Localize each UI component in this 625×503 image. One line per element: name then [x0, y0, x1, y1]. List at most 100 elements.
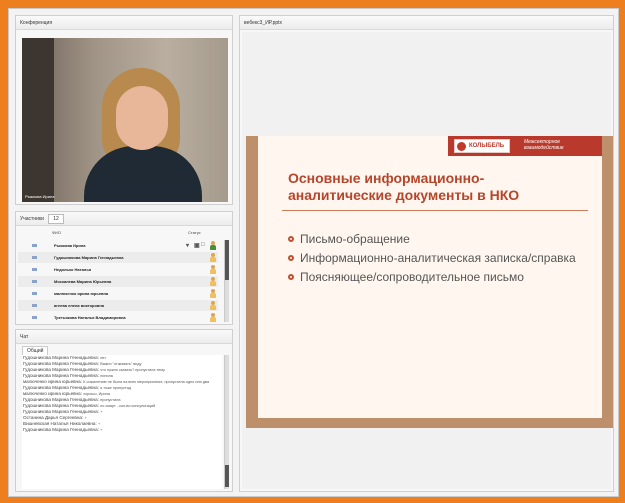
chat-message-text: +: [84, 416, 87, 420]
participant-role-icon: [32, 256, 37, 259]
chat-scrollbar[interactable]: [224, 355, 229, 489]
chat-tab-general[interactable]: Общий: [22, 346, 49, 355]
slide-bullet: Информационно-аналитическая записка/спра…: [288, 251, 588, 265]
person-status-icon: [210, 289, 216, 298]
screen-share-icon: □: [201, 242, 205, 248]
chat-message-author: Гудошникова Марина Геннадьевна:: [23, 403, 99, 408]
participants-count: 12: [48, 214, 64, 224]
chat-pod-title: Чат: [16, 330, 232, 344]
chat-message-author: Гудошникова Марина Геннадьевна:: [23, 409, 99, 414]
chat-message-text: +: [100, 428, 103, 432]
chat-message-author: Гудошникова Марина Геннадьевна:: [23, 427, 99, 432]
participant-role-icon: [32, 268, 37, 271]
slide-bullet-text: Письмо-обращение: [300, 232, 410, 246]
chat-message-author: Вишневская Наталья Николаевна:: [23, 421, 97, 426]
participant-role-icon: [32, 280, 37, 283]
chat-message-author: малюченко ирина юрьевна:: [23, 379, 82, 384]
participant-row[interactable]: Москалева Марина Юрьевна: [18, 276, 218, 287]
chat-message-author: Гудошникова Марина Геннадьевна:: [23, 385, 99, 390]
video-person-face: [116, 86, 168, 150]
slide-bullet-text: Поясняющее/сопроводительное письмо: [300, 270, 524, 284]
webcam-video[interactable]: Рыжкова Ирина: [22, 38, 228, 202]
participant-role-icon: [32, 304, 37, 307]
slide-bullet-list: Письмо-обращение Информационно-аналитиче…: [288, 232, 588, 289]
chat-pod: Чат Общий Гудошникова Марина Геннадьевна…: [15, 329, 233, 492]
chat-message-author: Останина Дарья Сергеевна:: [23, 415, 84, 420]
chat-messages: Гудошникова Марина Геннадьевна: нет Гудош…: [22, 355, 222, 489]
participants-pod-title: Участники 12: [16, 212, 232, 226]
participant-role-icon: [32, 244, 37, 247]
participant-name: Недолько Наталья: [54, 267, 92, 272]
bullet-dot-icon: [288, 236, 294, 242]
participant-role-icon: [32, 316, 37, 319]
chat-message-text: хорошо, Ирина: [83, 392, 110, 396]
participants-header: ФИО Статус: [16, 228, 232, 238]
slide-page: КОЛЫБЕЛЬ Межсекторное взаимодействие Осн…: [258, 136, 602, 418]
participant-name: Гудошникова Марина Геннадьевна: [54, 255, 124, 260]
person-status-icon: [210, 277, 216, 286]
chat-message-text: +: [98, 422, 101, 426]
column-name-header[interactable]: ФИО: [52, 230, 61, 235]
microphone-icon: ▾: [186, 243, 190, 249]
conference-pod: Конференция Рыжкова Ирина: [15, 15, 233, 205]
logo-tagline-line-2: взаимодействие: [524, 145, 564, 151]
participant-name: агеева елена викторовна: [54, 303, 105, 308]
chat-message-text: нет: [100, 356, 107, 360]
chat-message-text: пропустила: [100, 398, 121, 402]
chat-message-text: Важно "отжимать" виду: [100, 362, 142, 366]
participant-row[interactable]: Третьякова Наталья Владимировна: [18, 312, 218, 323]
logo-seal-icon: [457, 142, 466, 151]
video-speaker-name: Рыжкова Ирина: [25, 194, 55, 199]
logo-banner: КОЛЫБЕЛЬ Межсекторное взаимодействие: [448, 136, 602, 156]
chat-message-author: Гудошникова Марина Геннадьевна:: [23, 355, 99, 360]
meeting-window: Конференция Рыжкова Ирина Участники 12 Ф…: [8, 8, 619, 497]
video-pillar: [22, 38, 54, 202]
webcam-icon: ▣: [194, 243, 200, 249]
chat-message-author: малюченко ирина юрьевна:: [23, 391, 82, 396]
participant-row[interactable]: малюченко ирина юрьевна: [18, 288, 218, 299]
participants-label: Участники: [20, 216, 44, 222]
slide-divider: [282, 210, 588, 211]
participants-scrollbar[interactable]: [224, 240, 229, 322]
presentation-pod: вебекс3_ИР.pptx КОЛЫБЕЛЬ Межсекторное вз…: [239, 15, 614, 492]
chat-message: Гудошникова Марина Геннадьевна: +: [22, 427, 222, 433]
participant-row[interactable]: Рыжкова Ирина ▾ ▣ □: [18, 240, 218, 251]
slide-bullet: Поясняющее/сопроводительное письмо: [288, 270, 588, 284]
person-status-icon: [210, 265, 216, 274]
chat-message-text: понила: [100, 374, 113, 378]
chat-message-author: Гудошникова Марина Геннадьевна:: [23, 373, 99, 378]
chat-message-text: что нужно сказать? пропустила тему: [100, 368, 165, 372]
participant-row[interactable]: Гудошникова Марина Геннадьевна: [18, 252, 218, 263]
conference-pod-title: Конференция: [16, 16, 232, 30]
logo: КОЛЫБЕЛЬ: [454, 139, 510, 153]
participants-pod: Участники 12 ФИО Статус Рыжкова Ирина ▾ …: [15, 211, 233, 325]
participants-scroll-thumb[interactable]: [225, 240, 229, 280]
participant-row[interactable]: агеева елена викторовна: [18, 300, 218, 311]
person-status-icon: [210, 301, 216, 310]
participant-name: Третьякова Наталья Владимировна: [54, 315, 126, 320]
chat-message-text: К сожалению не была на всех мероприятиях…: [83, 380, 210, 384]
person-status-icon: [210, 241, 216, 250]
bullet-dot-icon: [288, 255, 294, 261]
slide-bullet: Письмо-обращение: [288, 232, 588, 246]
logo-name: КОЛЫБЕЛЬ: [469, 143, 505, 149]
participant-name: Москалева Марина Юрьевна: [54, 279, 112, 284]
slide-title: Основные информационно-аналитические док…: [288, 170, 520, 203]
column-status-header[interactable]: Статус: [188, 230, 201, 235]
chat-message-text: +: [100, 410, 103, 414]
chat-message-text: по смарт - кол-во консультаций: [100, 404, 156, 408]
slide-viewport: КОЛЫБЕЛЬ Межсекторное взаимодействие Осн…: [242, 32, 613, 489]
participant-name: малюченко ирина юрьевна: [54, 291, 109, 296]
participant-name: Рыжкова Ирина: [54, 243, 86, 248]
chat-scroll-thumb[interactable]: [225, 465, 229, 487]
chat-message-author: Гудошникова Марина Геннадьевна:: [23, 397, 99, 402]
person-status-icon: [210, 313, 216, 322]
slide: КОЛЫБЕЛЬ Межсекторное взаимодействие Осн…: [246, 136, 613, 428]
logo-tagline: Межсекторное взаимодействие: [524, 139, 564, 151]
slide-bullet-text: Информационно-аналитическая записка/спра…: [300, 251, 576, 265]
chat-message-author: Гудошникова Марина Геннадьевна:: [23, 367, 99, 372]
participant-row[interactable]: Недолько Наталья: [18, 264, 218, 275]
participant-role-icon: [32, 292, 37, 295]
bullet-dot-icon: [288, 274, 294, 280]
person-status-icon: [210, 253, 216, 262]
